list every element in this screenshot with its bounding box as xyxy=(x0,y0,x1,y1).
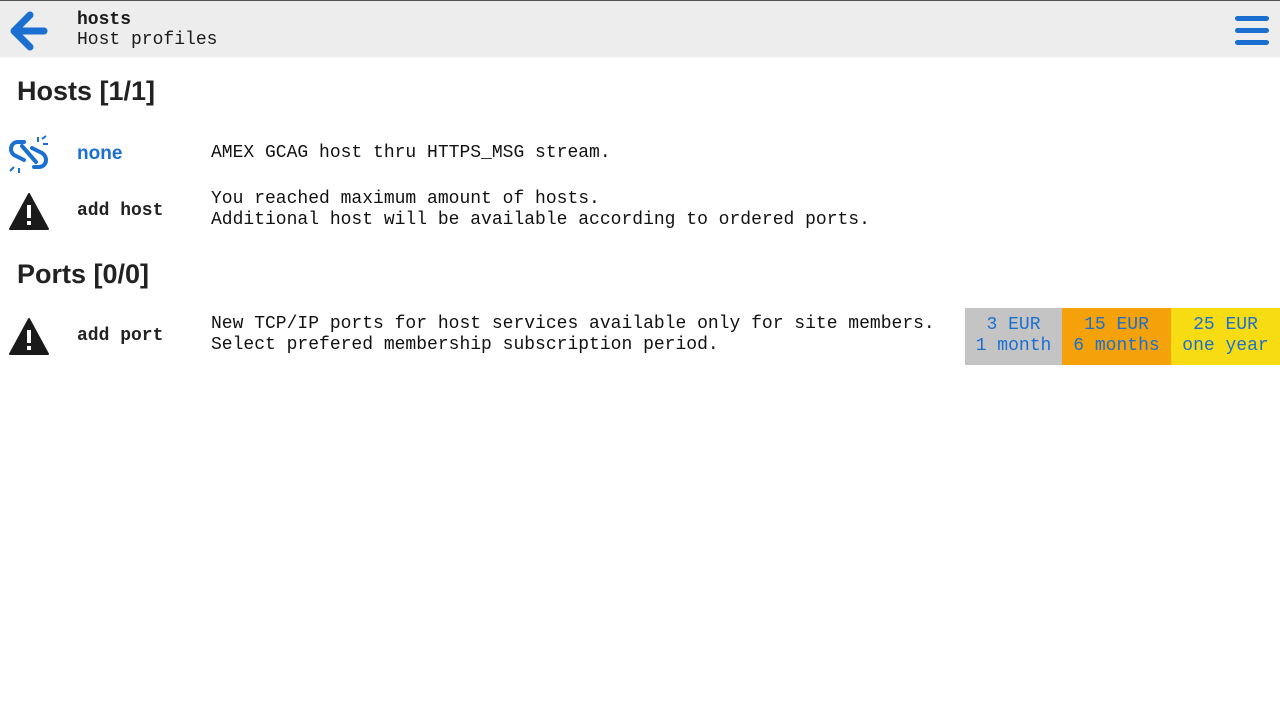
page-subtitle: Host profiles xyxy=(77,30,218,50)
add-host-description-line-1: You reached maximum amount of hosts. xyxy=(211,189,600,209)
add-port-description: New TCP/IP ports for host services avail… xyxy=(211,314,935,356)
broken-link-icon xyxy=(8,134,50,174)
hamburger-menu-icon xyxy=(1235,16,1269,45)
price-period: 6 months xyxy=(1073,336,1160,356)
add-host-description: You reached maximum amount of hosts. Addi… xyxy=(211,189,870,231)
price-one-year-button[interactable]: 25 EUR one year xyxy=(1171,308,1280,365)
host-description-line: AMEX GCAG host thru HTTPS_MSG stream. xyxy=(211,143,611,163)
price-1-month-button[interactable]: 3 EUR 1 month xyxy=(965,308,1062,365)
back-button[interactable] xyxy=(10,11,50,51)
warning-icon xyxy=(8,192,50,232)
price-amount: 3 EUR xyxy=(986,315,1041,335)
arrow-left-icon xyxy=(10,11,48,51)
price-6-months-button[interactable]: 15 EUR 6 months xyxy=(1062,308,1171,365)
price-period: 1 month xyxy=(975,336,1052,356)
page-title-block: hosts Host profiles xyxy=(77,10,217,50)
price-amount: 25 EUR xyxy=(1193,315,1258,335)
add-host-description-line-2: Additional host will be available accord… xyxy=(211,210,870,230)
hosts-section-title: Hosts [1/1] xyxy=(17,76,156,106)
add-port-description-line-1: New TCP/IP ports for host services avail… xyxy=(211,314,935,334)
ports-section-title: Ports [0/0] xyxy=(17,259,150,289)
host-none-link[interactable]: none xyxy=(77,143,122,165)
top-bar: hosts Host profiles xyxy=(0,0,1280,57)
add-port-description-line-2: Select prefered membership subscription … xyxy=(211,335,719,355)
warning-icon xyxy=(8,317,50,357)
add-port-label: add port xyxy=(77,326,164,346)
price-amount: 15 EUR xyxy=(1084,315,1149,335)
host-description: AMEX GCAG host thru HTTPS_MSG stream. xyxy=(211,143,611,164)
page-title: hosts xyxy=(77,10,132,30)
add-host-label: add host xyxy=(77,201,164,221)
menu-button[interactable] xyxy=(1234,15,1270,47)
price-period: one year xyxy=(1182,336,1269,356)
